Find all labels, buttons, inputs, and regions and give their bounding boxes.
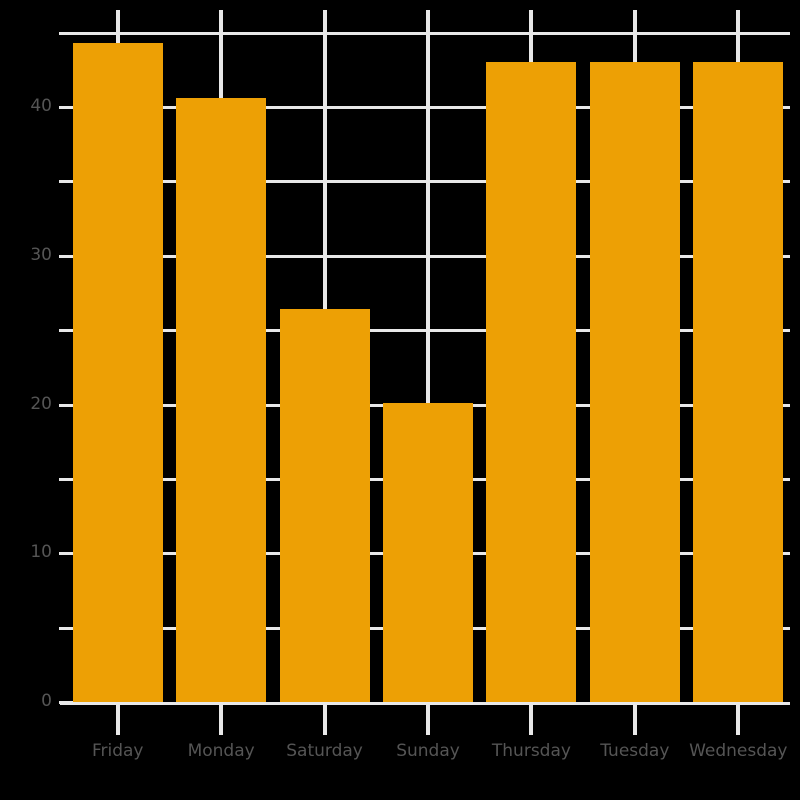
- x-axis-tick: [529, 705, 534, 735]
- y-axis-label: 40: [30, 96, 52, 116]
- bar[interactable]: [693, 62, 784, 702]
- x-axis-tick: [632, 705, 637, 735]
- x-axis-tick: [736, 705, 741, 735]
- y-axis-label: 10: [30, 542, 52, 563]
- x-axis-tick: [219, 705, 224, 735]
- y-axis-tick: [59, 552, 73, 556]
- bar[interactable]: [589, 62, 680, 702]
- y-axis-tick: [59, 106, 73, 109]
- bar-chart-figure: 0 10 20 30 40 Friday Monday Saturday Sunday Thur…: [0, 0, 800, 800]
- y-axis-tick: [59, 701, 73, 704]
- plot-area: [66, 0, 790, 702]
- y-axis-tick: [59, 180, 73, 184]
- bar[interactable]: [383, 403, 473, 702]
- x-axis-tick: [115, 705, 120, 735]
- y-axis-label: 0: [41, 691, 52, 711]
- x-axis-tick: [426, 705, 430, 735]
- bar[interactable]: [72, 43, 163, 702]
- y-axis-tick: [59, 626, 73, 630]
- y-axis-tick: [59, 403, 73, 407]
- x-axis-label: Wednesday: [689, 741, 788, 761]
- y-axis-tick: [59, 477, 73, 481]
- y-axis-tick: [59, 329, 73, 333]
- y-axis-label: 30: [30, 244, 52, 265]
- y-axis-tick: [59, 254, 73, 258]
- y-axis-tick: [59, 31, 73, 35]
- y-axis-label: 20: [30, 393, 52, 414]
- bar[interactable]: [486, 62, 577, 702]
- x-axis-tick: [322, 705, 327, 735]
- bar[interactable]: [279, 309, 370, 702]
- bar[interactable]: [176, 98, 267, 702]
- x-axis-line: [60, 702, 790, 705]
